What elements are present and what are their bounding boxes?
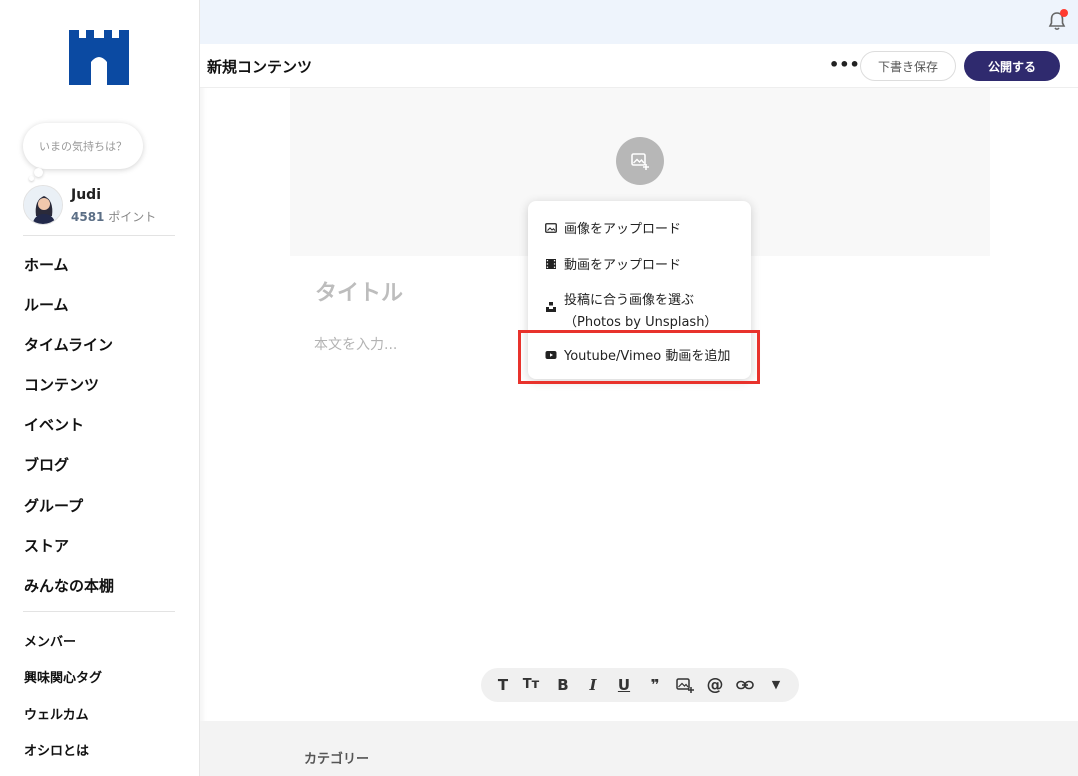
image-icon — [545, 222, 557, 233]
add-image-icon[interactable] — [616, 137, 664, 185]
menu-item-label: 投稿に合う画像を選ぶ — [564, 293, 695, 308]
publish-button[interactable]: 公開する — [964, 51, 1060, 81]
mention-button[interactable]: @ — [705, 675, 725, 695]
body-input[interactable]: 本文を入力... — [314, 334, 397, 354]
mood-input[interactable]: いまの気持ちは？ — [23, 123, 143, 169]
highlight-box — [518, 330, 760, 384]
link-icon[interactable] — [735, 675, 755, 695]
quote-button[interactable]: ❞ — [645, 675, 665, 695]
insert-image-icon[interactable] — [675, 675, 695, 695]
points-value: 4581 — [71, 210, 105, 224]
top-bar — [200, 0, 1078, 44]
menu-item-label: 動画をアップロード — [564, 258, 682, 273]
save-draft-button[interactable]: 下書き保存 — [860, 51, 956, 81]
title-input[interactable]: タイトル — [315, 275, 403, 307]
more-tools-button[interactable]: ▼ — [766, 675, 786, 695]
user-points: 4581 ポイント — [71, 208, 156, 225]
site-logo[interactable] — [69, 30, 129, 85]
notification-badge — [1060, 9, 1068, 17]
nav-store[interactable]: ストア — [24, 535, 69, 556]
divider — [23, 235, 175, 236]
nav-members[interactable]: メンバー — [24, 631, 76, 650]
divider — [23, 611, 175, 612]
category-label: カテゴリー — [304, 752, 370, 767]
menu-upload-video[interactable]: 動画をアップロード — [545, 254, 681, 273]
unsplash-icon — [546, 302, 556, 312]
bubble-tail — [34, 168, 43, 177]
avatar[interactable] — [23, 185, 63, 225]
nav-about[interactable]: オシロとは — [24, 740, 89, 759]
nav-bookshelf[interactable]: みんなの本棚 — [24, 575, 114, 596]
points-unit: ポイント — [108, 210, 157, 224]
more-options-icon[interactable]: ••• — [829, 57, 860, 73]
sidebar: いまの気持ちは？ Judi 4581 ポイント ホーム ルーム タイムライン コ… — [0, 0, 200, 776]
menu-item-sublabel: （Photos by Unsplash） — [564, 315, 718, 330]
nav-home[interactable]: ホーム — [24, 254, 69, 275]
nav-timeline[interactable]: タイムライン — [24, 334, 113, 355]
menu-item-label: 画像をアップロード — [564, 222, 682, 237]
nav-rooms[interactable]: ルーム — [24, 294, 69, 315]
nav-blog[interactable]: ブログ — [24, 454, 69, 475]
film-icon — [546, 258, 556, 269]
text-style-button[interactable]: T — [493, 675, 513, 695]
user-name[interactable]: Judi — [71, 187, 101, 203]
menu-unsplash[interactable]: 投稿に合う画像を選ぶ （Photos by Unsplash） — [545, 289, 717, 330]
text-size-button[interactable]: Tт — [521, 675, 541, 695]
nav-contents[interactable]: コンテンツ — [24, 374, 99, 395]
nav-interest-tags[interactable]: 興味関心タグ — [24, 667, 102, 686]
italic-button[interactable]: I — [583, 675, 603, 695]
menu-upload-image[interactable]: 画像をアップロード — [545, 218, 681, 237]
nav-welcome[interactable]: ウェルカム — [24, 704, 89, 723]
underline-button[interactable]: U — [614, 675, 634, 695]
page-title: 新規コンテンツ — [207, 58, 313, 76]
bubble-tail-small — [29, 176, 34, 181]
nav-groups[interactable]: グループ — [24, 495, 83, 516]
bold-button[interactable]: B — [553, 675, 573, 695]
nav-events[interactable]: イベント — [24, 414, 84, 435]
